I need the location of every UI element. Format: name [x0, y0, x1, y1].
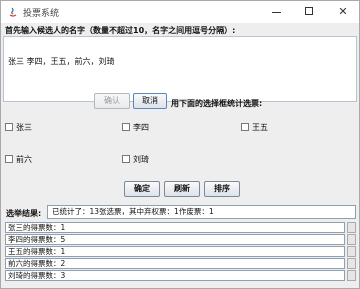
tally-row[interactable]: 王五的得票数：1 [5, 246, 345, 257]
checkbox-label-zhangsan: 张三 [16, 123, 32, 132]
vote-hint-label: 用下面的选择框统计选票: [171, 99, 263, 108]
scrollbar-thumb[interactable] [347, 258, 356, 269]
main-panel: 首先输入候选人的名字（数量不超过10，名字之间用逗号分隔）: 张三 李四，王五，… [1, 23, 359, 288]
checkbox-qianliu[interactable] [5, 155, 13, 163]
title-bar: 投票系统 ✕ [1, 1, 359, 23]
result-label: 选举结果: [6, 209, 42, 218]
checkbox-label-liuqi: 刘琦 [133, 155, 149, 164]
maximize-icon [305, 7, 313, 15]
tally-row[interactable]: 李四的得票数：5 [5, 234, 345, 245]
tally-row[interactable]: 刘琦的得票数：3 [5, 270, 345, 281]
checkbox-zhangsan[interactable] [5, 123, 13, 131]
candidate-names-textarea[interactable]: 张三 李四，王五，前六，刘琦 [3, 36, 357, 102]
checkbox-label-wangwu: 王五 [252, 123, 268, 132]
checkbox-liuqi[interactable] [122, 155, 130, 163]
confirm-button[interactable]: 确认 [94, 93, 130, 109]
checkbox-lisi[interactable] [122, 123, 130, 131]
minimize-button[interactable] [263, 4, 291, 20]
result-field[interactable]: 已统计了：13张选票，其中弃权票：1作废票：1 [47, 205, 356, 219]
scrollbar-thumb[interactable] [347, 246, 356, 257]
names-prompt: 首先输入候选人的名字（数量不超过10，名字之间用逗号分隔）: [5, 26, 236, 35]
scrollbar-thumb[interactable] [347, 234, 356, 245]
close-button[interactable]: ✕ [329, 4, 357, 20]
java-app-icon [7, 6, 19, 18]
scrollbar-thumb[interactable] [347, 270, 356, 281]
refresh-button[interactable]: 刷新 [164, 181, 200, 197]
maximize-button[interactable] [296, 4, 324, 20]
checkbox-label-lisi: 李四 [133, 123, 149, 132]
window-title: 投票系统 [23, 9, 60, 19]
app-window: 投票系统 ✕ 首先输入候选人的名字（数量不超过10，名字之间用逗号分隔）: 张三… [0, 0, 360, 289]
sort-button[interactable]: 排序 [204, 181, 240, 197]
candidate-names-value: 张三 李四，王五，前六，刘琦 [8, 57, 115, 66]
ok-button[interactable]: 确定 [124, 181, 160, 197]
checkbox-label-qianliu: 前六 [16, 155, 32, 164]
checkbox-wangwu[interactable] [241, 123, 249, 131]
cancel-button[interactable]: 取消 [133, 93, 167, 109]
minimize-icon [272, 12, 281, 13]
tally-row[interactable]: 前六的得票数：2 [5, 258, 345, 269]
close-icon: ✕ [338, 5, 348, 18]
tally-list: 张三的得票数：1 李四的得票数：5 王五的得票数：1 前六的得票数：2 刘琦的得… [5, 222, 345, 281]
scrollbar-thumb[interactable] [347, 222, 356, 233]
tally-row[interactable]: 张三的得票数：1 [5, 222, 345, 233]
